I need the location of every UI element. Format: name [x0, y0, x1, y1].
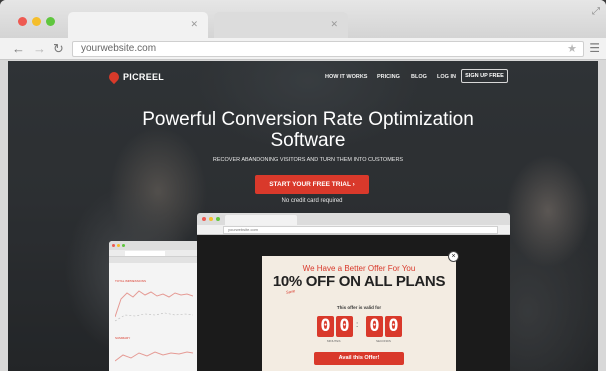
minutes-label: MINUTES [327, 339, 341, 343]
mini-summary-label: SUMMARY [115, 336, 131, 340]
bookmark-star-icon[interactable]: ★ [567, 42, 577, 55]
title-bar: ✕ ✕ ⤢ [0, 0, 606, 38]
impressions-line-chart [115, 290, 193, 322]
forward-arrow-icon[interactable]: → [33, 41, 46, 56]
minutes-digit: 0 [336, 316, 353, 337]
address-bar[interactable]: yourwebsite.com ★ [72, 41, 584, 57]
tab-close-icon[interactable]: ✕ [330, 19, 338, 30]
nav-log-in[interactable]: LOG IN [437, 70, 456, 84]
menu-icon[interactable]: ☰ [589, 41, 600, 55]
nav-blog[interactable]: BLOG [411, 70, 427, 84]
address-bar-url: yourwebsite.com [81, 43, 157, 54]
browser-tab-active[interactable]: ✕ [68, 12, 208, 38]
minutes-counter: 0 0 [317, 316, 353, 337]
minimize-window-button[interactable] [32, 17, 41, 26]
demo-url: yourwebsite.com [228, 227, 259, 232]
exit-offer-popup: × We Have a Better Offer For You 10% OFF… [262, 251, 459, 371]
logo-text: PICREEL [123, 72, 165, 82]
no-credit-card-note: No credit card required [281, 198, 343, 204]
summary-chart [115, 351, 193, 362]
back-arrow-icon[interactable]: ← [12, 41, 25, 56]
close-window-button[interactable] [18, 17, 27, 26]
seconds-digit: 0 [385, 316, 402, 337]
popup-top-line: We Have a Better Offer For You [302, 264, 416, 273]
fullscreen-icon[interactable]: ⤢ [592, 6, 600, 17]
save-tag: Save [285, 288, 296, 295]
minutes-digit: 0 [317, 316, 334, 337]
reload-icon[interactable]: ↻ [53, 41, 64, 56]
mini-chart-label: TOTAL IMPRESSIONS [115, 279, 146, 283]
popup-demo-browser: yourwebsite.com × We Have a Better Offer… [197, 213, 510, 371]
browser-tab[interactable]: ✕ [214, 12, 348, 38]
browser-toolbar: ← → ↻ yourwebsite.com ★ ☰ [0, 38, 606, 60]
timer-colon: : [356, 320, 359, 329]
nav-how-it-works[interactable]: HOW IT WORKS [325, 70, 367, 84]
free-trial-button[interactable]: START YOUR FREE TRIAL › [255, 175, 369, 194]
page-viewport: PICREEL HOW IT WORKS PRICING BLOG LOG IN… [8, 61, 598, 371]
popup-close-icon[interactable]: × [448, 251, 459, 262]
seconds-label: SECONDS [376, 339, 391, 343]
avail-offer-button[interactable]: Avail this Offer! [314, 352, 404, 365]
sign-up-button[interactable]: SIGN UP FREE [461, 69, 508, 83]
hero-subheadline: RECOVER ABANDONING VISITORS AND TURN THE… [212, 157, 404, 163]
popup-headline: 10% OFF ON ALL PLANS [272, 273, 446, 290]
picreel-logo-icon [106, 69, 122, 85]
nav-pricing[interactable]: PRICING [377, 70, 400, 84]
site-logo[interactable]: PICREEL [106, 69, 165, 85]
tab-close-icon[interactable]: ✕ [190, 19, 198, 30]
seconds-counter: 0 0 [366, 316, 402, 337]
offer-valid-text: This offer is valid for [336, 305, 382, 310]
browser-window: ✕ ✕ ⤢ ← → ↻ yourwebsite.com ★ ☰ PICREEL … [0, 0, 606, 371]
dashboard-mockup: TOTAL IMPRESSIONS SUMMARY [109, 241, 199, 371]
maximize-window-button[interactable] [46, 17, 55, 26]
seconds-digit: 0 [366, 316, 383, 337]
hero-headline: Powerful Conversion Rate Optimization So… [142, 109, 474, 151]
